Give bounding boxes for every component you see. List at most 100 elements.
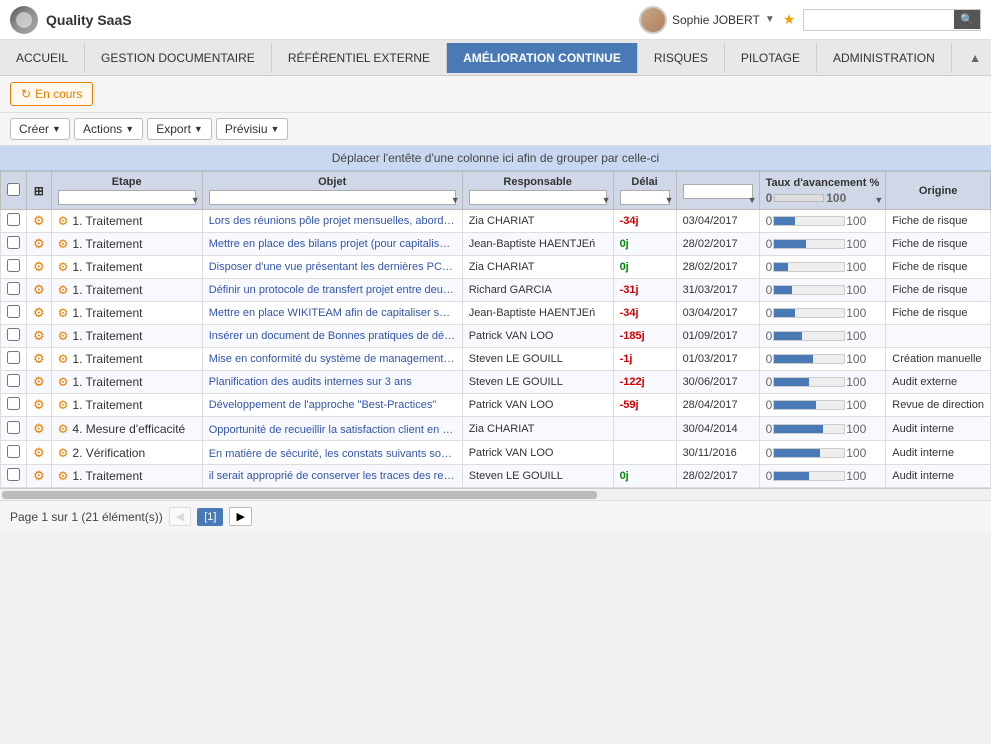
- nav-collapse-icon[interactable]: ▲: [959, 43, 991, 73]
- row-objet[interactable]: Mise en conformité du système de managem…: [202, 348, 462, 371]
- creer-button[interactable]: Créer ▼: [10, 118, 70, 140]
- next-page-button[interactable]: ▶: [229, 507, 251, 526]
- filter-objet[interactable]: [209, 190, 456, 205]
- avatar: [639, 6, 667, 34]
- row-responsable: Steven LE GOUILL: [462, 465, 613, 488]
- filter-objet-arrow[interactable]: ▼: [451, 195, 460, 205]
- search-input[interactable]: [804, 10, 954, 30]
- row-responsable: Richard GARCIA: [462, 279, 613, 302]
- scroll-thumb[interactable]: [2, 491, 597, 499]
- export-button[interactable]: Export ▼: [147, 118, 212, 140]
- row-gear-icon[interactable]: ⚙: [33, 445, 45, 460]
- nav-item-administration[interactable]: ADMINISTRATION: [817, 43, 952, 73]
- expand-all-icon[interactable]: ⊞: [34, 184, 44, 198]
- filter-etape-arrow[interactable]: ▼: [191, 195, 200, 205]
- filter-taux-arrow[interactable]: ▼: [874, 195, 883, 205]
- row-origine: [886, 325, 991, 348]
- row-gear-icon[interactable]: ⚙: [33, 213, 45, 228]
- row-gear-icon[interactable]: ⚙: [33, 351, 45, 366]
- row-checkbox[interactable]: [7, 351, 20, 364]
- row-checkbox[interactable]: [7, 236, 20, 249]
- row-checkbox-cell: [1, 256, 27, 279]
- row-checkbox-cell: [1, 348, 27, 371]
- row-origine: Audit interne: [886, 465, 991, 488]
- favorite-icon[interactable]: ★: [783, 11, 796, 28]
- row-checkbox[interactable]: [7, 445, 20, 458]
- row-gear-icon[interactable]: ⚙: [33, 397, 45, 412]
- row-checkbox[interactable]: [7, 213, 20, 226]
- row-responsable: Zia CHARIAT: [462, 256, 613, 279]
- row-gear-icon[interactable]: ⚙: [33, 421, 45, 436]
- row-checkbox[interactable]: [7, 328, 20, 341]
- row-gear-icon[interactable]: ⚙: [33, 305, 45, 320]
- prev-page-button[interactable]: ◀: [169, 507, 191, 526]
- etape-gear-icon: ⚙: [58, 214, 69, 228]
- row-objet[interactable]: Définir un protocole de transfert projet…: [202, 279, 462, 302]
- app-title: Quality SaaS: [46, 12, 132, 28]
- row-gear-icon[interactable]: ⚙: [33, 259, 45, 274]
- table-row: ⚙ ⚙ 4. Mesure d'efficacité Opportunité d…: [1, 417, 991, 441]
- previsu-button[interactable]: Prévisiu ▼: [216, 118, 289, 140]
- header-origine: Origine: [886, 172, 991, 210]
- actions-button[interactable]: Actions ▼: [74, 118, 143, 140]
- user-dropdown-arrow[interactable]: ▼: [765, 14, 775, 25]
- tab-en-cours[interactable]: ↻ En cours: [10, 82, 93, 106]
- header-objet: Objet ▼: [202, 172, 462, 210]
- row-objet[interactable]: Mettre en place WIKITEAM afin de capital…: [202, 302, 462, 325]
- row-objet[interactable]: Développement de l'approche "Best-Practi…: [202, 394, 462, 417]
- nav-item-amelioration[interactable]: AMÉLIORATION CONTINUE: [447, 43, 638, 73]
- row-checkbox[interactable]: [7, 259, 20, 272]
- row-delai: -31j: [613, 279, 676, 302]
- row-objet[interactable]: il serait approprié de conserver les tra…: [202, 465, 462, 488]
- row-responsable: Patrick VAN LOO: [462, 394, 613, 417]
- row-etape: ⚙ 1. Traitement: [51, 233, 202, 256]
- row-gear-icon[interactable]: ⚙: [33, 328, 45, 343]
- row-objet[interactable]: En matière de sécurité, les constats sui…: [202, 441, 462, 465]
- row-checkbox[interactable]: [7, 282, 20, 295]
- table-row: ⚙ ⚙ 1. Traitement Mise en conformité du …: [1, 348, 991, 371]
- row-objet[interactable]: Opportunité de recueillir la satisfactio…: [202, 417, 462, 441]
- nav-item-gestion[interactable]: GESTION DOCUMENTAIRE: [85, 43, 272, 73]
- row-progress: 0 100: [759, 417, 886, 441]
- row-objet[interactable]: Mettre en place des bilans projet (pour …: [202, 233, 462, 256]
- nav-item-referentiel[interactable]: RÉFÉRENTIEL EXTERNE: [272, 43, 447, 73]
- row-progress: 0 100: [759, 302, 886, 325]
- pagination-text: Page 1 sur 1 (21 élément(s)): [10, 510, 163, 524]
- row-checkbox[interactable]: [7, 421, 20, 434]
- etape-text: 1. Traitement: [72, 375, 142, 389]
- filter-responsable-arrow[interactable]: ▼: [602, 195, 611, 205]
- row-checkbox[interactable]: [7, 468, 20, 481]
- row-objet[interactable]: Planification des audits internes sur 3 …: [202, 371, 462, 394]
- row-gear-icon[interactable]: ⚙: [33, 374, 45, 389]
- user-area[interactable]: Sophie JOBERT ▼: [639, 6, 775, 34]
- filter-delai[interactable]: [620, 190, 670, 205]
- row-gear-icon[interactable]: ⚙: [33, 236, 45, 251]
- horizontal-scrollbar[interactable]: [0, 488, 991, 500]
- toolbar-tabs: ↻ En cours: [0, 76, 991, 113]
- filter-date-arrow[interactable]: ▼: [748, 195, 757, 205]
- filter-delai-arrow[interactable]: ▼: [665, 195, 674, 205]
- row-etape: ⚙ 1. Traitement: [51, 302, 202, 325]
- row-gear-icon[interactable]: ⚙: [33, 282, 45, 297]
- nav-item-pilotage[interactable]: PILOTAGE: [725, 43, 817, 73]
- row-objet[interactable]: Disposer d'une vue présentant les derniè…: [202, 256, 462, 279]
- row-responsable: Zia CHARIAT: [462, 417, 613, 441]
- search-button[interactable]: 🔍: [954, 10, 980, 29]
- row-etape: ⚙ 1. Traitement: [51, 210, 202, 233]
- filter-date[interactable]: [683, 184, 753, 199]
- row-checkbox[interactable]: [7, 305, 20, 318]
- row-checkbox[interactable]: [7, 397, 20, 410]
- row-etape: ⚙ 1. Traitement: [51, 348, 202, 371]
- filter-etape[interactable]: [58, 190, 196, 205]
- page-1-button[interactable]: [1]: [197, 508, 223, 526]
- row-delai: 0j: [613, 465, 676, 488]
- row-gear-icon[interactable]: ⚙: [33, 468, 45, 483]
- nav-item-accueil[interactable]: ACCUEIL: [0, 43, 85, 73]
- row-objet[interactable]: Insérer un document de Bonnes pratiques …: [202, 325, 462, 348]
- nav-item-risques[interactable]: RISQUES: [638, 43, 725, 73]
- select-all-checkbox[interactable]: [7, 183, 20, 196]
- filter-responsable[interactable]: [469, 190, 607, 205]
- row-objet[interactable]: Lors des réunions pôle projet mensuelles…: [202, 210, 462, 233]
- row-origine: Fiche de risque: [886, 210, 991, 233]
- row-checkbox[interactable]: [7, 374, 20, 387]
